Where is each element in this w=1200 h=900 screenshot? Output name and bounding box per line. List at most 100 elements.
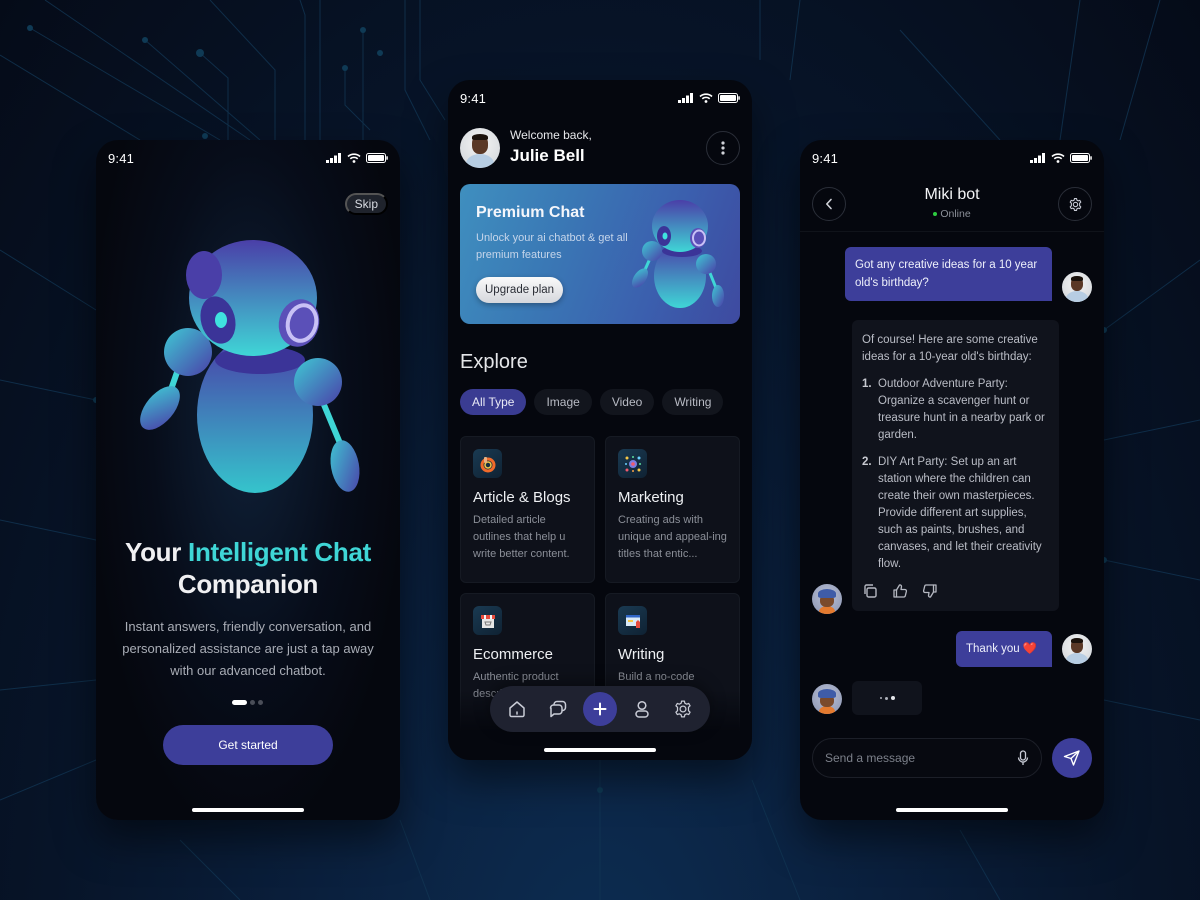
tab-chats[interactable]	[541, 692, 575, 726]
status-bar: 9:41	[800, 140, 1104, 176]
status-time: 9:41	[460, 90, 487, 106]
typing-indicator-bubble	[852, 681, 922, 715]
list-item: 1. Outdoor Adventure Party: Organize a sc…	[862, 378, 1045, 441]
writing-icon	[618, 606, 647, 635]
user-message-bubble: Thank you ❤️	[956, 631, 1052, 667]
user-avatar	[1062, 272, 1092, 302]
bottom-tab-bar	[490, 686, 710, 732]
copy-icon[interactable]	[862, 583, 878, 599]
ecommerce-icon	[473, 606, 502, 635]
page-dot-active[interactable]	[232, 700, 247, 705]
marketing-icon	[618, 449, 647, 478]
wifi-icon	[1051, 153, 1065, 163]
premium-title: Premium Chat	[476, 204, 585, 221]
skip-button[interactable]: Skip	[344, 193, 388, 215]
status-icons	[1030, 153, 1092, 163]
onboarding-screen: 9:41 Skip Your Intelligent Chat Companio…	[96, 140, 400, 820]
user-name: Julie Bell	[510, 146, 585, 165]
chat-screen: 9:41 Miki bot Online Got any creative id…	[800, 140, 1104, 820]
user-icon	[634, 700, 649, 718]
wifi-icon	[347, 153, 361, 163]
filter-chip-image[interactable]: Image	[534, 389, 592, 415]
card-description: Detailed article outlines that help u wr…	[473, 514, 570, 560]
battery-icon	[366, 153, 388, 163]
title-part2: Companion	[177, 569, 319, 599]
signal-icon	[678, 93, 693, 103]
home-indicator	[544, 748, 656, 752]
bot-idea-list: 1. Outdoor Adventure Party: Organize a sc…	[862, 376, 1049, 573]
home-screen: 9:41 Welcome back, Julie Bell Premium Ch…	[448, 80, 752, 760]
message-actions	[862, 583, 1049, 599]
status-icons	[678, 93, 740, 103]
article-icon	[473, 449, 502, 478]
message-input[interactable]	[825, 751, 995, 765]
card-title: Ecommerce	[473, 646, 554, 663]
signal-icon	[326, 153, 341, 163]
bot-message-intro: Of course! Here are some creative ideas …	[862, 334, 1038, 363]
message-input-field[interactable]	[812, 738, 1042, 778]
user-message-bubble: Got any creative ideas for a 10 year old…	[845, 247, 1052, 301]
thumbs-up-icon[interactable]	[892, 583, 908, 599]
status-bar: 9:41	[448, 80, 752, 116]
battery-icon	[1070, 153, 1092, 163]
battery-icon	[718, 93, 740, 103]
upgrade-plan-button[interactable]: Upgrade plan	[476, 277, 564, 303]
signal-icon	[1030, 153, 1045, 163]
more-vertical-icon	[721, 141, 725, 155]
bot-status-text: Online	[940, 208, 971, 220]
gear-icon	[675, 700, 691, 718]
status-time: 9:41	[108, 150, 135, 166]
home-icon	[509, 701, 525, 718]
thumbs-down-icon[interactable]	[922, 583, 938, 599]
message-text: Thank you ❤️	[966, 643, 1038, 655]
send-button[interactable]	[1052, 738, 1092, 778]
welcome-text: Welcome back,	[510, 128, 592, 142]
filter-chips: All Type Image Video Writing	[460, 389, 724, 415]
microphone-icon[interactable]	[1017, 750, 1029, 766]
filter-chip-video[interactable]: Video	[599, 389, 655, 415]
robot-illustration-small	[632, 200, 724, 308]
tab-profile[interactable]	[625, 692, 659, 726]
robot-illustration	[140, 240, 360, 493]
card-description: Creating ads with unique and appeal-ing …	[618, 514, 727, 560]
user-avatar	[1062, 634, 1092, 664]
message-text: Got any creative ideas for a 10 year old…	[855, 259, 1038, 289]
tab-settings[interactable]	[666, 692, 700, 726]
bot-avatar	[812, 584, 842, 614]
send-icon	[1063, 750, 1080, 766]
status-icons	[326, 153, 388, 163]
tab-home[interactable]	[500, 692, 534, 726]
online-indicator	[933, 212, 938, 217]
chat-icon	[550, 700, 567, 718]
premium-description: Unlock your ai chatbot & get all premium…	[476, 232, 628, 261]
premium-chat-card[interactable]: Premium Chat Unlock your ai chatbot & ge…	[460, 184, 740, 324]
page-indicator	[232, 700, 263, 705]
page-dot[interactable]	[258, 700, 263, 705]
typing-dots	[852, 681, 922, 715]
card-title: Article & Blogs	[473, 489, 571, 506]
card-article-blogs[interactable]: Article & Blogs Detailed article outline…	[460, 436, 595, 583]
onboarding-title: Your Intelligent Chat Companion	[96, 536, 400, 600]
wifi-icon	[699, 93, 713, 103]
filter-chip-all-type[interactable]: All Type	[460, 389, 527, 415]
chat-settings-button[interactable]	[1058, 187, 1092, 221]
card-title: Marketing	[618, 489, 684, 506]
list-item: 2. DIY Art Party: Set up an art station w…	[862, 456, 1042, 570]
gear-icon	[1069, 197, 1081, 211]
onboarding-description: Instant answers, friendly conversation, …	[122, 619, 374, 678]
more-options-button[interactable]	[706, 131, 740, 165]
user-avatar[interactable]	[460, 128, 500, 168]
explore-heading: Explore	[460, 351, 528, 373]
home-indicator	[896, 808, 1008, 812]
home-indicator	[192, 808, 304, 812]
page-dot[interactable]	[250, 700, 255, 705]
card-title: Writing	[618, 646, 665, 663]
card-marketing[interactable]: Marketing Creating ads with unique and a…	[605, 436, 740, 583]
title-accent: Intelligent Chat	[188, 537, 371, 567]
get-started-button[interactable]: Get started	[163, 725, 333, 765]
status-time: 9:41	[812, 150, 839, 166]
filter-chip-writing[interactable]: Writing	[662, 389, 724, 415]
tab-new-chat[interactable]	[582, 692, 617, 726]
plus-icon	[593, 702, 607, 716]
status-bar: 9:41	[96, 140, 400, 176]
